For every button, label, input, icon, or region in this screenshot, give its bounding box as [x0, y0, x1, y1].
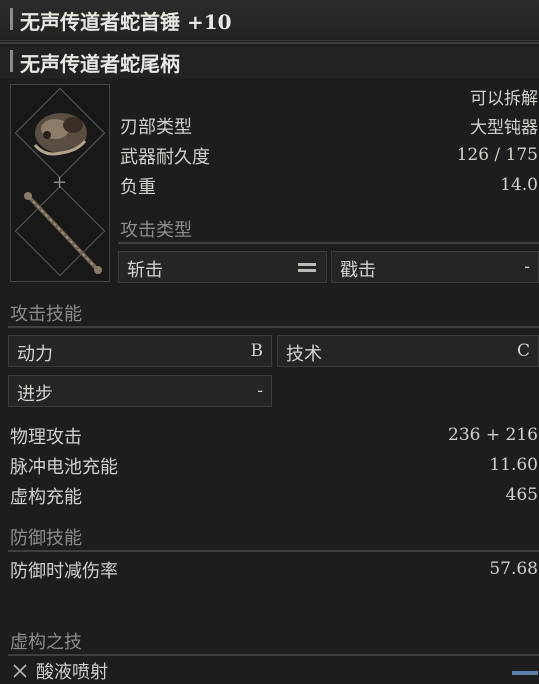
attack-skills-divider — [8, 326, 539, 328]
snake-head-icon — [33, 113, 87, 156]
plus-icon: + — [52, 172, 68, 193]
advance-label: 进步 — [17, 384, 53, 405]
handle-title: 无声传道者蛇尾柄 — [20, 52, 180, 76]
slash-label: 斩击 — [127, 260, 163, 281]
motivity-label: 动力 — [17, 344, 53, 365]
detachable-text: 可以拆解 — [470, 89, 538, 109]
fable-arts-section: 虚构之技 — [10, 632, 82, 653]
pierce-value: - — [524, 257, 530, 277]
advance-grade: - — [257, 381, 263, 401]
pierce-cell: 戳击 - — [331, 251, 539, 283]
handle-marker — [10, 50, 13, 72]
attack-skills-section: 攻击技能 — [10, 304, 82, 325]
weight-value: 14.0 — [500, 175, 538, 195]
guard-reduction-value: 57.68 — [489, 559, 538, 579]
title-divider — [0, 42, 539, 44]
fable-art-name[interactable]: 酸液喷射 — [36, 658, 108, 684]
scroll-indicator[interactable] — [512, 671, 538, 675]
slash-cell: 斩击 — [118, 251, 327, 283]
technique-cell: 技术 C — [277, 335, 539, 367]
advance-cell: 进步 - — [8, 375, 272, 407]
attack-type-divider — [118, 242, 539, 244]
defense-section: 防御技能 — [10, 528, 82, 549]
defense-divider — [8, 550, 539, 552]
blade-type-label: 刃部类型 — [120, 117, 192, 138]
pulse-cell-value: 11.60 — [489, 455, 538, 475]
crossed-swords-icon — [13, 664, 27, 678]
fable-charge-value: 465 — [505, 485, 538, 505]
blade-type-value: 大型钝器 — [470, 118, 538, 138]
title-marker — [10, 8, 13, 30]
technique-grade: C — [516, 341, 530, 361]
motivity-grade: B — [250, 341, 264, 361]
durability-value: 126 / 175 — [456, 145, 538, 165]
physical-attack-value: 236 + 216 — [448, 425, 538, 445]
weapon-title: 无声传道者蛇首锤 +10 — [20, 10, 232, 34]
snake-tail-handle-icon — [24, 192, 102, 274]
attack-type-section: 攻击类型 — [120, 220, 192, 241]
physical-attack-label: 物理攻击 — [10, 427, 82, 448]
fable-charge-label: 虚构充能 — [10, 487, 82, 508]
guard-reduction-label: 防御时减伤率 — [10, 561, 118, 582]
weight-label: 负重 — [120, 177, 156, 198]
pierce-label: 戳击 — [340, 260, 376, 281]
pulse-cell-label: 脉冲电池充能 — [10, 457, 118, 478]
fable-arts-divider — [8, 654, 539, 656]
equals-icon — [298, 263, 316, 272]
technique-label: 技术 — [286, 344, 322, 365]
motivity-cell: 动力 B — [8, 335, 272, 367]
durability-label: 武器耐久度 — [120, 147, 210, 168]
